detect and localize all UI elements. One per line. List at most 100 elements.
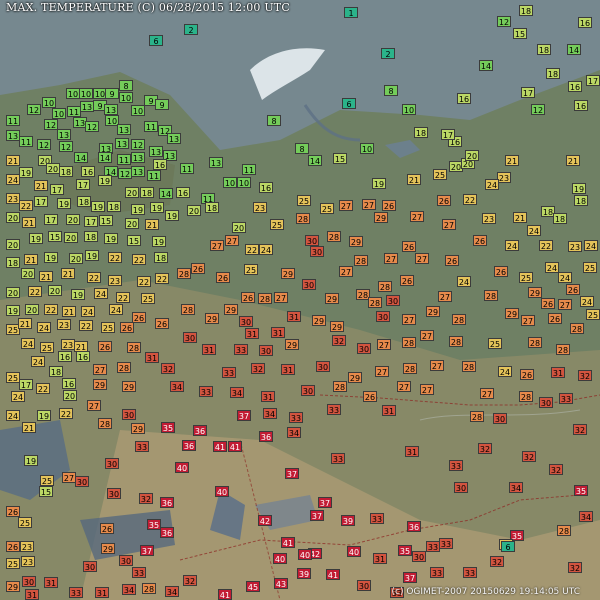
station-temp-marker: 18 (6, 257, 20, 268)
station-temp-marker: 33 (449, 460, 463, 471)
station-temp-marker: 25 (101, 322, 115, 333)
station-temp-marker: 40 (298, 549, 312, 560)
station-temp-marker: 24 (580, 296, 594, 307)
station-temp-marker: 8 (384, 85, 398, 96)
station-temp-marker: 25 (6, 558, 20, 569)
station-temp-marker: 26 (155, 318, 169, 329)
station-temp-marker: 19 (165, 210, 179, 221)
station-temp-marker: 37 (310, 510, 324, 521)
station-temp-marker: 8 (295, 143, 309, 154)
station-temp-marker: 39 (341, 515, 355, 526)
station-temp-marker: 27 (442, 219, 456, 230)
station-temp-marker: 13 (209, 157, 223, 168)
station-temp-marker: 16 (578, 17, 592, 28)
station-temp-marker: 18 (59, 166, 73, 177)
station-temp-marker: 6 (149, 35, 163, 46)
station-temp-marker: 36 (182, 440, 196, 451)
station-temp-marker: 18 (553, 213, 567, 224)
station-temp-marker: 37 (285, 468, 299, 479)
station-temp-marker: 21 (34, 180, 48, 191)
station-temp-marker: 13 (115, 138, 129, 149)
station-temp-marker: 9 (155, 99, 169, 110)
map-title: MAX. TEMPERATURE (C) 06/28/2015 12:00 UT… (6, 1, 290, 14)
station-temp-marker: 28 (570, 323, 584, 334)
station-temp-marker: 25 (6, 372, 20, 383)
station-temp-marker: 36 (160, 497, 174, 508)
station-temp-marker: 33 (69, 587, 83, 598)
station-temp-marker: 23 (57, 319, 71, 330)
station-temp-marker: 26 (216, 272, 230, 283)
station-temp-marker: 28 (452, 314, 466, 325)
station-temp-marker: 18 (546, 68, 560, 79)
station-temp-marker: 28 (333, 381, 347, 392)
station-temp-marker: 28 (177, 268, 191, 279)
station-temp-marker: 16 (457, 93, 471, 104)
station-temp-marker: 27 (384, 253, 398, 264)
station-temp-marker: 15 (127, 235, 141, 246)
station-temp-marker: 21 (18, 318, 32, 329)
station-temp-marker: 18 (77, 196, 91, 207)
station-temp-marker: 27 (438, 291, 452, 302)
station-temp-marker: 15 (333, 153, 347, 164)
station-temp-marker: 14 (567, 44, 581, 55)
station-temp-marker: 11 (19, 136, 33, 147)
station-temp-marker: 20 (64, 232, 78, 243)
station-temp-marker: 19 (19, 167, 33, 178)
station-temp-marker: 25 (433, 169, 447, 180)
station-temp-marker: 28 (462, 361, 476, 372)
station-temp-marker: 25 (141, 293, 155, 304)
station-temp-marker: 33 (430, 567, 444, 578)
station-temp-marker: 21 (22, 422, 36, 433)
station-temp-marker: 22 (245, 244, 259, 255)
station-temp-marker: 27 (430, 360, 444, 371)
station-temp-marker: 15 (48, 231, 62, 242)
station-temp-marker: 21 (505, 155, 519, 166)
station-temp-marker: 27 (410, 211, 424, 222)
station-temp-marker: 13 (117, 124, 131, 135)
station-temp-marker: 9 (105, 88, 119, 99)
station-temp-marker: 20 (125, 187, 139, 198)
station-temp-marker: 11 (117, 154, 131, 165)
station-temp-marker: 17 (76, 179, 90, 190)
station-temp-marker: 10 (131, 105, 145, 116)
station-temp-marker: 29 (325, 293, 339, 304)
station-temp-marker: 18 (107, 201, 121, 212)
station-temp-marker: 22 (132, 254, 146, 265)
station-temp-marker: 18 (140, 187, 154, 198)
station-temp-marker: 24 (527, 225, 541, 236)
station-temp-marker: 24 (37, 322, 51, 333)
station-temp-marker: 21 (61, 268, 75, 279)
station-temp-marker: 24 (109, 304, 123, 315)
station-temp-marker: 24 (558, 272, 572, 283)
station-temp-marker: 24 (6, 410, 20, 421)
station-temp-marker: 1 (344, 7, 358, 18)
station-temp-marker: 27 (93, 364, 107, 375)
station-temp-marker: 32 (490, 556, 504, 567)
station-temp-marker: 29 (349, 236, 363, 247)
station-temp-marker: 29 (205, 313, 219, 324)
station-temp-marker: 26 (445, 255, 459, 266)
station-temp-marker: 27 (225, 235, 239, 246)
station-temp-marker: 20 (69, 253, 83, 264)
station-temp-marker: 6 (342, 98, 356, 109)
station-temp-marker: 32 (161, 363, 175, 374)
station-temp-marker: 24 (21, 338, 35, 349)
station-temp-marker: 22 (108, 252, 122, 263)
station-temp-marker: 10 (79, 88, 93, 99)
station-temp-marker: 30 (454, 482, 468, 493)
station-temp-marker: 30 (302, 279, 316, 290)
station-temp-marker: 18 (519, 5, 533, 16)
station-temp-marker: 23 (21, 556, 35, 567)
station-temp-marker: 26 (437, 195, 451, 206)
station-temp-marker: 20 (6, 239, 20, 250)
station-temp-marker: 35 (398, 545, 412, 556)
station-temp-marker: 28 (258, 293, 272, 304)
station-temp-marker: 16 (81, 166, 95, 177)
station-temp-marker: 26 (120, 322, 134, 333)
station-temp-marker: 27 (362, 199, 376, 210)
station-temp-marker: 20 (125, 218, 139, 229)
station-temp-marker: 29 (330, 321, 344, 332)
station-temp-marker: 40 (347, 546, 361, 557)
station-temp-marker: 36 (259, 431, 273, 442)
station-temp-marker: 30 (310, 246, 324, 257)
